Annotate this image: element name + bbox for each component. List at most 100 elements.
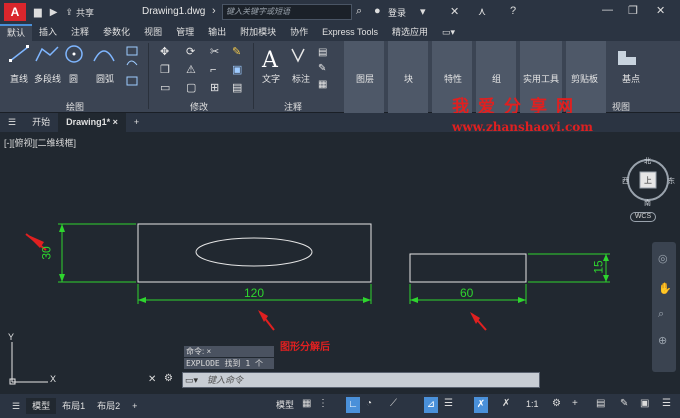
app-logo[interactable]: A: [4, 3, 26, 21]
command-icon[interactable]: ▭▾: [185, 375, 198, 386]
customize-icon[interactable]: ⚙: [164, 373, 173, 384]
panel-title-view[interactable]: 视图: [612, 100, 630, 113]
tab-collaborate[interactable]: 协作: [283, 24, 315, 41]
tab-drawing1[interactable]: Drawing1* ×: [58, 113, 126, 132]
properties-button[interactable]: 特性: [444, 72, 462, 85]
viewcube-west[interactable]: 西: [622, 176, 629, 186]
tab-view[interactable]: 视图: [137, 24, 169, 41]
layout-tab-1[interactable]: 布局1: [56, 398, 91, 414]
exchange-icon[interactable]: ✕: [450, 5, 459, 18]
panel-title-modify[interactable]: 修改: [190, 100, 208, 113]
close-icon[interactable]: ✕: [656, 4, 665, 17]
dimension-text-120: 120: [244, 286, 265, 300]
tab-start[interactable]: 开始: [24, 113, 58, 132]
tab-manage[interactable]: 管理: [169, 24, 201, 41]
share-label: 共享: [75, 7, 94, 18]
lineweight-icon[interactable]: ☰: [444, 398, 453, 409]
collaborate-icon[interactable]: ⋏: [478, 5, 486, 18]
svg-text:✎: ✎: [318, 63, 326, 74]
tab-featured-apps[interactable]: 精选应用: [385, 24, 435, 41]
navigation-bar[interactable]: ◎ ✋ ⌕ ⊕: [652, 242, 676, 372]
annotation-visibility-icon[interactable]: ✗: [474, 397, 488, 413]
add-layout-button[interactable]: +: [126, 398, 143, 414]
svg-text:▭: ▭: [160, 82, 170, 94]
ribbon: ✥ ⟳ ✂ ✎ ❐ ⚠ ⌐ ▣ ▭ ▢ ⊞ ▤ A ▤ ✎ ▦ 直线 多段线 圆…: [0, 41, 680, 117]
annotation-scale-icon[interactable]: ✗: [502, 398, 510, 409]
zoom-icon[interactable]: ⌕: [658, 308, 664, 321]
help-icon[interactable]: ?: [510, 5, 516, 17]
rectangle-left: [137, 223, 372, 283]
save-icon[interactable]: ▶: [50, 7, 58, 18]
isolate-icon[interactable]: ✎: [620, 398, 628, 409]
tab-output[interactable]: 输出: [201, 24, 233, 41]
utilities-button[interactable]: 实用工具: [523, 72, 559, 85]
dimension-tool-button[interactable]: 标注: [292, 72, 310, 85]
svg-text:✎: ✎: [232, 46, 241, 58]
restore-icon[interactable]: ❐: [628, 4, 638, 17]
svg-text:▤: ▤: [318, 47, 327, 58]
grid-icon[interactable]: ▦: [302, 398, 311, 409]
login-button[interactable]: 登录: [388, 6, 406, 19]
arc-tool-button[interactable]: 圆弧: [96, 72, 114, 85]
add-icon[interactable]: +: [572, 398, 578, 409]
viewcube-top-face[interactable]: 上: [644, 175, 652, 186]
block-button[interactable]: 块: [404, 72, 413, 85]
new-tab-button[interactable]: +: [126, 113, 147, 132]
rectangle-right: [409, 253, 527, 283]
text-tool-button[interactable]: 文字: [262, 72, 280, 85]
viewcube-east[interactable]: 东: [668, 176, 675, 186]
svg-text:✥: ✥: [160, 46, 169, 58]
polyline-tool-button[interactable]: 多段线: [34, 72, 61, 85]
isometric-icon[interactable]: ⟋: [390, 398, 397, 409]
steering-wheel-icon[interactable]: ◎: [658, 252, 668, 265]
tab-insert[interactable]: 插入: [32, 24, 64, 41]
pan-icon[interactable]: ✋: [658, 282, 672, 295]
orbit-icon[interactable]: ⊕: [658, 334, 667, 347]
drawing-canvas: [9, 159, 669, 385]
dimension-text-30: 30: [39, 246, 54, 260]
group-button[interactable]: 组: [492, 72, 501, 85]
tab-express-tools[interactable]: Express Tools: [315, 24, 385, 41]
ribbon-toggle-button[interactable]: ▭▾: [435, 24, 462, 41]
close-command-icon[interactable]: ✕: [148, 374, 156, 385]
command-input[interactable]: 键入命令: [182, 372, 540, 388]
clipboard-button[interactable]: 剪贴板: [571, 72, 598, 85]
panel-title-draw[interactable]: 绘图: [66, 100, 84, 113]
tab-annotate[interactable]: 注释: [64, 24, 96, 41]
ortho-icon[interactable]: ∟: [346, 397, 360, 413]
menu-icon[interactable]: ☰: [0, 113, 24, 132]
layout-tab-model[interactable]: 模型: [26, 398, 57, 414]
drawing-viewport[interactable]: [-][俯视][二维线框] 30 120 60 15 图形分解后 Y X 北 西…: [0, 132, 680, 394]
tab-parametric[interactable]: 参数化: [96, 24, 137, 41]
panel-title-annotation[interactable]: 注释: [284, 100, 302, 113]
base-point-button[interactable]: 基点: [622, 72, 640, 85]
wcs-menu[interactable]: WCS: [630, 212, 656, 222]
layout-tab-2[interactable]: 布局2: [91, 398, 126, 414]
units-icon[interactable]: ▤: [596, 398, 605, 409]
polar-icon[interactable]: ◔: [366, 398, 372, 409]
circle-tool-button[interactable]: 圆: [69, 72, 78, 85]
customize-menu-icon[interactable]: ☰: [662, 398, 671, 409]
tab-addins[interactable]: 附加模块: [233, 24, 283, 41]
hamburger-icon[interactable]: ☰: [6, 398, 26, 414]
fullscreen-icon[interactable]: ▣: [640, 398, 649, 409]
ellipse: [195, 237, 313, 267]
line-tool-button[interactable]: 直线: [10, 72, 28, 85]
osnap-icon[interactable]: ⊿: [424, 397, 438, 413]
viewcube-north[interactable]: 北: [644, 156, 651, 166]
tab-default[interactable]: 默认: [0, 24, 33, 41]
share-button[interactable]: ⇪ 共享: [65, 6, 94, 19]
user-icon: ●: [374, 5, 381, 17]
cart-icon[interactable]: ▾: [420, 5, 426, 18]
search-icon[interactable]: ⌕: [356, 5, 362, 18]
snap-icon[interactable]: ⋮: [318, 398, 328, 409]
viewcube-south[interactable]: 南: [644, 198, 651, 208]
model-space-toggle[interactable]: 模型: [276, 398, 294, 411]
workspace-icon[interactable]: ⚙: [552, 398, 561, 409]
close-tab-icon[interactable]: ×: [113, 117, 118, 127]
layers-button[interactable]: 图层: [356, 72, 374, 85]
open-file-icon[interactable]: ▆: [34, 7, 42, 18]
scale-readout[interactable]: 1:1: [526, 399, 539, 409]
search-input[interactable]: 键入关键字或短语: [222, 4, 352, 20]
minimize-icon[interactable]: —: [602, 4, 613, 16]
